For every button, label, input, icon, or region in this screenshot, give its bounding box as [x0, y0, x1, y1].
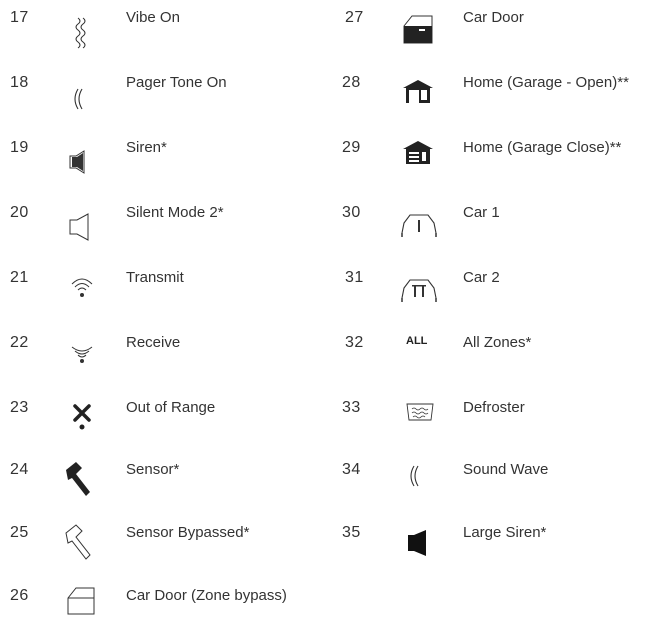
car-1-icon — [399, 207, 439, 243]
item-number: 26 — [10, 587, 29, 604]
pager-tone-icon — [64, 83, 100, 119]
transmit-icon — [64, 270, 100, 306]
item-label: Silent Mode 2* — [126, 204, 224, 221]
item-label: All Zones* — [463, 334, 532, 351]
large-siren-icon — [402, 527, 438, 563]
sensor-icon — [60, 460, 100, 500]
garage-open-icon — [401, 76, 437, 112]
item-number: 20 — [10, 204, 29, 221]
item-label: Siren* — [126, 139, 167, 156]
item-number: 24 — [10, 461, 29, 478]
item-label: Sensor* — [126, 461, 180, 478]
out-of-range-icon — [64, 398, 100, 434]
item-number: 22 — [10, 334, 29, 351]
vibe-icon — [64, 14, 100, 50]
item-label: Receive — [126, 334, 181, 351]
item-label: Transmit — [126, 269, 184, 286]
car-door-icon — [401, 12, 437, 48]
item-label: Pager Tone On — [126, 74, 227, 91]
item-label: Out of Range — [126, 399, 216, 416]
item-label: Car 1 — [463, 204, 500, 221]
item-label: Sensor Bypassed* — [126, 524, 250, 541]
item-number: 34 — [342, 461, 361, 478]
item-number: 27 — [345, 9, 364, 26]
silent-mode-icon — [64, 211, 100, 247]
item-number: 31 — [345, 269, 364, 286]
item-label: Vibe On — [126, 9, 180, 26]
item-label: Car 2 — [463, 269, 500, 286]
car-2-icon — [399, 272, 439, 308]
item-label: Car Door — [463, 9, 524, 26]
siren-icon — [64, 146, 100, 182]
item-label: Home (Garage - Open)** — [463, 74, 629, 91]
item-label: Sound Wave — [463, 461, 549, 478]
item-number: 33 — [342, 399, 361, 416]
item-label: Large Siren* — [463, 524, 547, 541]
item-number: 32 — [345, 334, 364, 351]
item-number: 23 — [10, 399, 29, 416]
item-label: Car Door (Zone bypass) — [126, 587, 287, 604]
item-number: 18 — [10, 74, 29, 91]
all-zones-icon: ALL — [406, 335, 428, 347]
item-number: 35 — [342, 524, 361, 541]
item-number: 21 — [10, 269, 29, 286]
receive-icon — [64, 335, 100, 371]
item-label: Home (Garage Close)** — [463, 139, 622, 156]
item-number: 28 — [342, 74, 361, 91]
item-number: 19 — [10, 139, 29, 156]
item-number: 25 — [10, 524, 29, 541]
item-label: Defroster — [463, 399, 525, 416]
defroster-icon — [404, 400, 436, 424]
garage-close-icon — [401, 137, 437, 173]
item-number: 17 — [10, 9, 29, 26]
item-number: 29 — [342, 139, 361, 156]
item-number: 30 — [342, 204, 361, 221]
sensor-bypassed-icon — [60, 523, 100, 563]
sound-wave-icon — [400, 460, 436, 496]
